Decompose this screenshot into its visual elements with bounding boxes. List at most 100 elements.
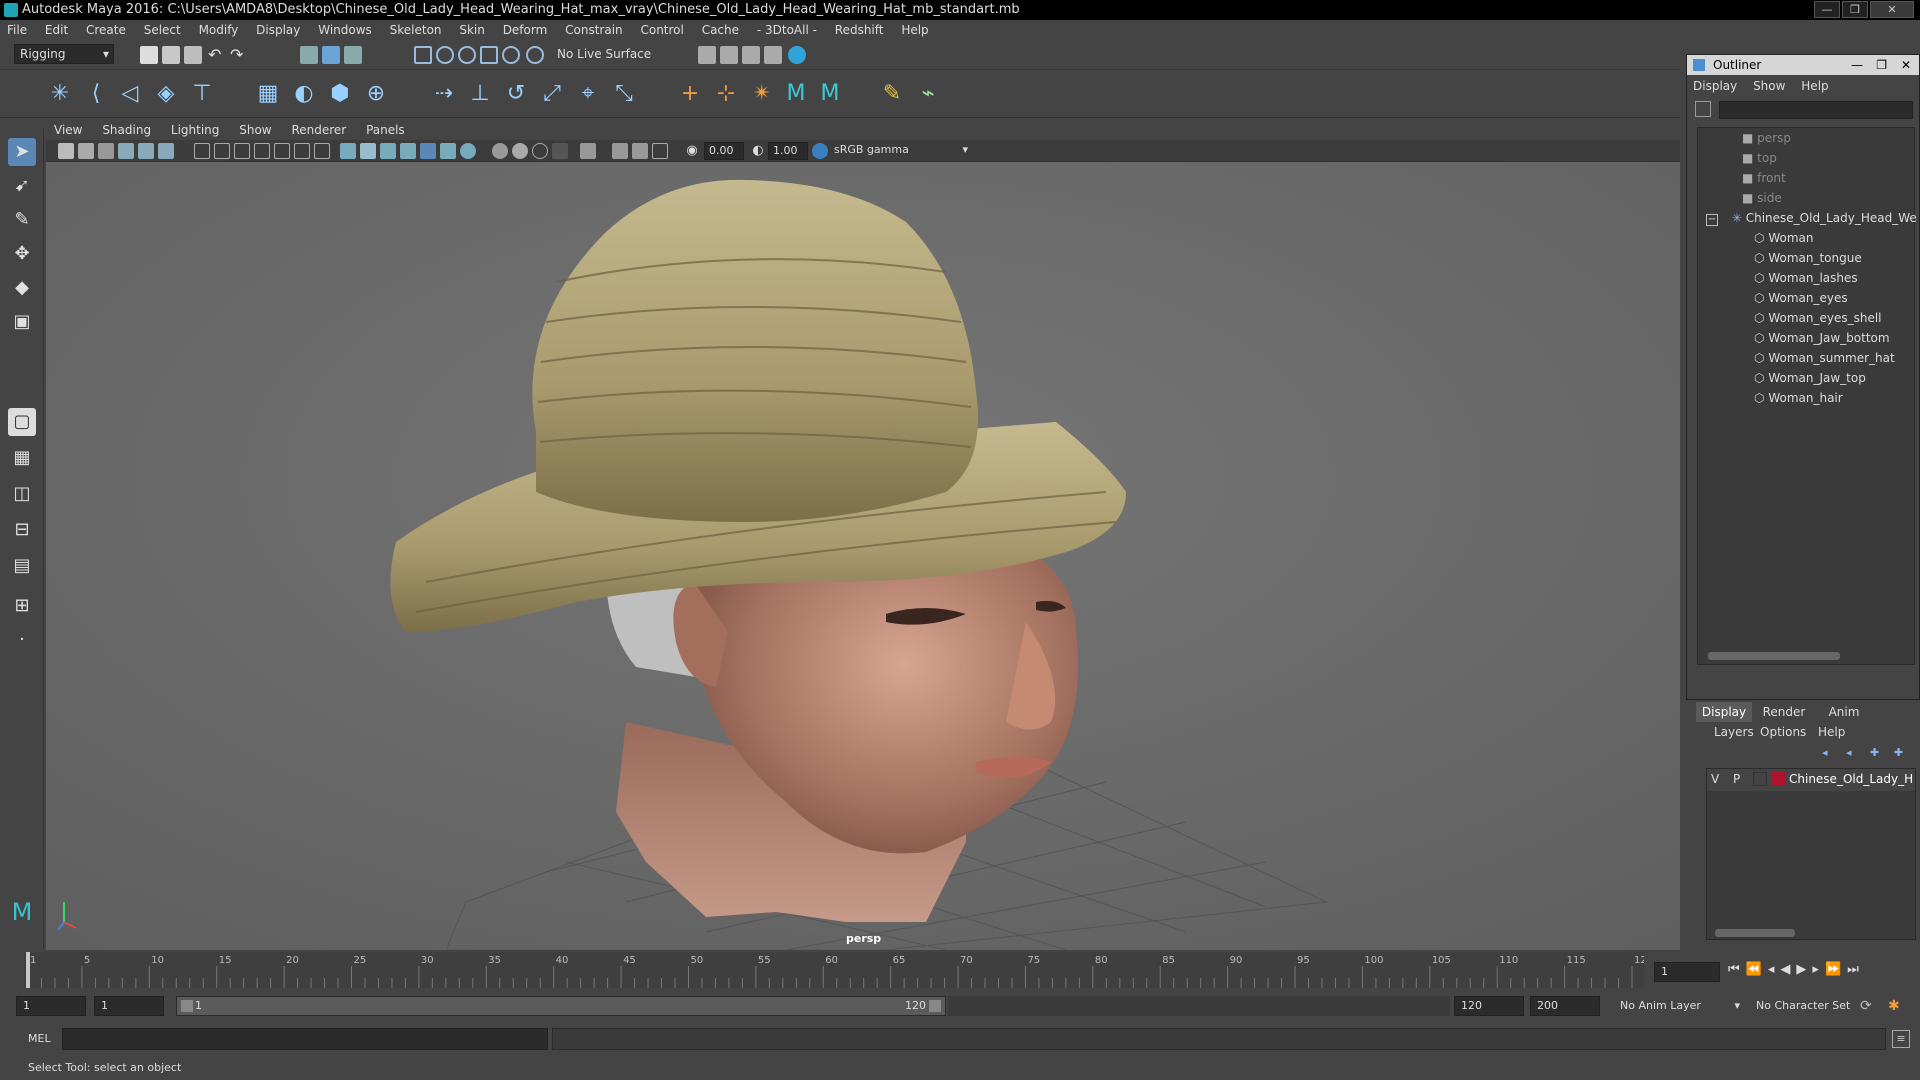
blend-shape-icon[interactable]: M [782, 80, 810, 108]
menu-set-dropdown[interactable]: Rigging ▾ [14, 44, 114, 64]
persp-graph-layout-icon[interactable]: ▤ [8, 552, 36, 580]
step-forward-frame-icon[interactable]: ▸ [1812, 962, 1825, 977]
outliner-item-top[interactable]: ■ top [1742, 148, 1777, 168]
menu-display[interactable]: Display [249, 20, 307, 40]
render-settings-icon[interactable] [764, 46, 782, 64]
animation-prefs-icon[interactable]: ✱ [1888, 998, 1904, 1014]
menu-deform[interactable]: Deform [496, 20, 555, 40]
select-hierarchy-icon[interactable] [300, 46, 318, 64]
skeleton-mirror-icon[interactable]: ◈ [152, 80, 180, 108]
collapse-icon[interactable]: · [8, 626, 36, 654]
outliner-item-mesh[interactable]: ⬡ Woman_eyes_shell [1754, 308, 1882, 328]
scale-constraint-icon[interactable]: ⤢ [538, 80, 566, 108]
camera-attributes-icon[interactable] [78, 143, 94, 159]
gate-mask-icon[interactable] [254, 143, 270, 159]
outliner-item-mesh[interactable]: ⬡ Woman_hair [1754, 388, 1843, 408]
menu-modify[interactable]: Modify [192, 20, 246, 40]
perspective-viewport[interactable]: persp [46, 162, 1680, 950]
snap-grid-icon[interactable] [414, 46, 432, 64]
outliner-item-mesh[interactable]: ⬡ Woman_lashes [1754, 268, 1858, 288]
character-set-dropdown[interactable]: No Character Set [1756, 996, 1866, 1016]
outliner-item-mesh[interactable]: ⬡ Woman_Jaw_bottom [1754, 328, 1890, 348]
multisample-aa-icon[interactable] [512, 143, 528, 159]
menu-cache[interactable]: Cache [695, 20, 746, 40]
paint-tool-icon[interactable]: ✎ [878, 80, 906, 108]
new-scene-icon[interactable] [140, 46, 158, 64]
select-object-icon[interactable] [322, 46, 340, 64]
layer-horizontal-scrollbar[interactable] [1715, 929, 1795, 937]
lasso-tool-icon[interactable]: ➹ [8, 172, 36, 200]
ik-spline-icon[interactable]: ◁ [116, 80, 144, 108]
depth-of-field-icon[interactable] [532, 143, 548, 159]
orient-constraint-icon[interactable]: ↺ [502, 80, 530, 108]
snap-view-icon[interactable] [480, 46, 498, 64]
ambient-occlusion-icon[interactable] [460, 143, 476, 159]
hypershade-icon[interactable] [788, 46, 806, 64]
rotate-tool-icon[interactable]: ◆ [8, 274, 36, 302]
snap-surface-icon[interactable] [502, 46, 520, 64]
outliner-item-mesh[interactable]: ⬡ Woman_tongue [1754, 248, 1862, 268]
menu-control[interactable]: Control [633, 20, 690, 40]
shadows-icon[interactable] [440, 143, 456, 159]
auto-key-icon[interactable]: ⟳ [1860, 998, 1876, 1014]
step-back-frame-icon[interactable]: ◂ [1768, 962, 1781, 977]
menu-redshift[interactable]: Redshift [828, 20, 891, 40]
safe-title-icon[interactable] [314, 143, 330, 159]
minimize-icon[interactable]: — [1851, 55, 1863, 75]
go-to-start-icon[interactable]: ⏮ [1728, 962, 1746, 977]
color-space-dropdown[interactable]: sRGB gamma ▾ [830, 142, 970, 160]
redo-icon[interactable]: ↷ [230, 46, 248, 64]
grid-toggle-icon[interactable] [194, 143, 210, 159]
close-icon[interactable]: ✕ [1901, 55, 1911, 75]
command-language-label[interactable]: MEL [28, 1032, 51, 1045]
outliner-horizontal-scrollbar[interactable] [1708, 652, 1840, 660]
tab-render[interactable]: Render [1756, 702, 1812, 722]
backface-culling-icon[interactable] [652, 143, 668, 159]
joint-tool-icon[interactable]: ✳ [46, 80, 74, 108]
wireframe-on-shaded-icon[interactable] [380, 143, 396, 159]
outliner-item-mesh[interactable]: ⬡ Woman_eyes [1754, 288, 1848, 308]
make-live-icon[interactable] [526, 46, 544, 64]
range-end-handle[interactable] [929, 1000, 941, 1012]
current-frame-field[interactable]: 1 [1654, 962, 1720, 982]
range-start-handle[interactable] [181, 1000, 193, 1012]
range-track[interactable] [948, 996, 1450, 1016]
viewport-menu-view[interactable]: View [46, 120, 90, 140]
menu-3dtoall[interactable]: - 3DtoAll - [750, 20, 824, 40]
smooth-shade-icon[interactable] [360, 143, 376, 159]
viewport-menu-show[interactable]: Show [231, 120, 279, 140]
open-scene-icon[interactable] [162, 46, 180, 64]
collapse-icon[interactable]: − [1706, 214, 1718, 226]
playback-end-field[interactable]: 120 [1454, 996, 1524, 1016]
lattice-icon[interactable]: ⬢ [326, 80, 354, 108]
outliner-item-mesh[interactable]: ⬡ Woman_summer_hat [1754, 348, 1895, 368]
go-to-end-icon[interactable]: ⏭ [1847, 962, 1865, 977]
parent-constraint-icon[interactable]: ⇢ [430, 80, 458, 108]
move-layer-up-icon[interactable]: ◂ [1822, 746, 1834, 759]
field-chart-icon[interactable] [274, 143, 290, 159]
paint-select-icon[interactable]: ✎ [8, 206, 36, 234]
close-button[interactable]: ✕ [1870, 1, 1914, 18]
minimize-button[interactable]: — [1814, 1, 1840, 18]
maximize-button[interactable]: ❐ [1842, 1, 1868, 18]
ipr-render-icon[interactable] [742, 46, 760, 64]
layer-playback-toggle[interactable]: P [1733, 772, 1740, 786]
xray-icon[interactable] [552, 143, 568, 159]
menu-windows[interactable]: Windows [311, 20, 379, 40]
paint-weights-icon[interactable]: ◐ [290, 80, 318, 108]
layer-menu-options[interactable]: Options [1760, 722, 1806, 742]
persp-outliner-layout-icon[interactable]: ⊟ [8, 516, 36, 544]
new-layer-selected-icon[interactable]: ✚ [1894, 746, 1906, 759]
move-layer-down-icon[interactable]: ◂ [1846, 746, 1858, 759]
command-input[interactable] [62, 1028, 548, 1050]
grease-pencil-icon[interactable] [158, 143, 174, 159]
select-component-icon[interactable] [344, 46, 362, 64]
outliner-item-side[interactable]: ■ side [1742, 188, 1782, 208]
outliner-item-mesh[interactable]: ⬡ Woman [1754, 228, 1813, 248]
layer-visibility-toggle[interactable]: V [1711, 772, 1719, 786]
outliner-item-persp[interactable]: ■ persp [1742, 128, 1791, 148]
scene-start-field[interactable]: 1 [16, 996, 86, 1016]
textured-icon[interactable] [400, 143, 416, 159]
layer-row[interactable]: V P Chinese_Old_Lady_Hea [1707, 769, 1915, 791]
outliner-menu-help[interactable]: Help [1795, 75, 1834, 97]
